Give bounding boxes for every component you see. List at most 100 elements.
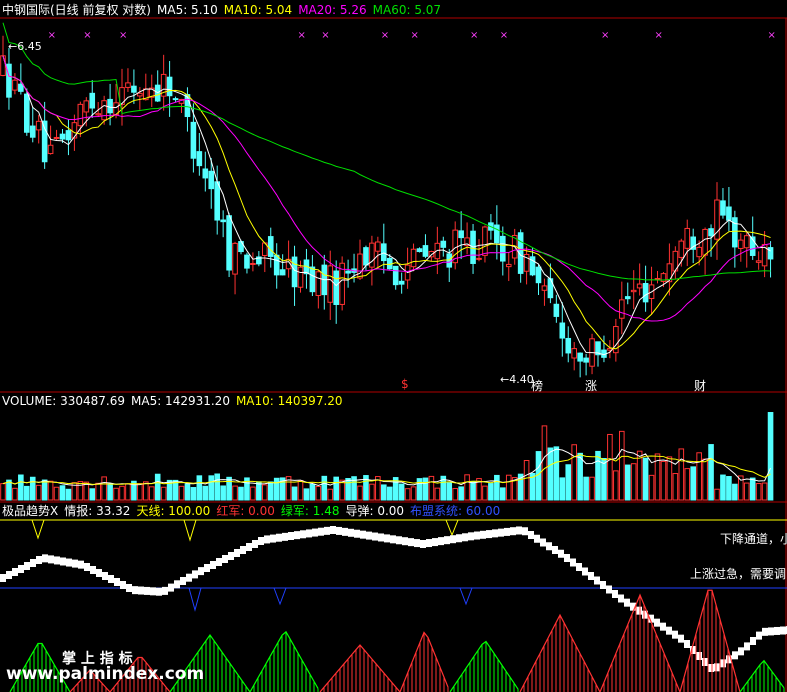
- candle-body: [273, 254, 280, 276]
- trend-band-step: [150, 587, 156, 596]
- volume-bar: [107, 483, 113, 501]
- trend-band-step: [420, 540, 426, 548]
- trend-band-step: [198, 567, 204, 576]
- trend-band-step: [96, 569, 102, 577]
- candle-body: [624, 296, 631, 300]
- candle-body: [244, 254, 250, 269]
- volume-bar: [154, 473, 161, 501]
- signal-marker: ×: [119, 30, 127, 41]
- trend-band-step: [780, 626, 786, 635]
- candle-body: [571, 348, 578, 359]
- trend-band-step: [528, 531, 534, 539]
- candle-body: [684, 227, 691, 249]
- ma60-readout: MA60: 5.07: [372, 3, 442, 17]
- volume-bar: [143, 481, 149, 501]
- trend-band-step: [78, 560, 84, 569]
- trend-band-step: [402, 537, 408, 546]
- volume-bar: [678, 448, 685, 501]
- volume-bar: [743, 482, 750, 501]
- trend-band-step: [426, 539, 432, 548]
- volume-bar: [172, 479, 179, 501]
- vol-ma10-readout: MA10: 140397.20: [235, 394, 343, 408]
- lvjun-readout: 绿军: 1.48: [280, 504, 340, 518]
- volume-bar: [553, 446, 560, 501]
- candle-body: [630, 289, 637, 293]
- trend-band-step: [24, 562, 30, 570]
- candle-body: [743, 235, 750, 249]
- note-down-channel: 下降通道，小: [720, 532, 787, 546]
- candle-body: [708, 228, 714, 237]
- volume-bar: [428, 475, 435, 501]
- trend-band-step: [270, 534, 276, 543]
- trend-band-step: [708, 664, 714, 672]
- candle-body: [392, 265, 399, 286]
- trend-band-step: [342, 527, 348, 536]
- ma10-line: [2, 55, 771, 350]
- signal-marker: ×: [470, 30, 478, 41]
- volume-bar: [297, 480, 304, 501]
- candle-body: [226, 215, 232, 271]
- trend-band-step: [684, 640, 690, 648]
- baoman-readout: 布盟系统: 60.00: [410, 504, 501, 518]
- trend-band-step: [6, 571, 12, 579]
- candle-body: [416, 248, 423, 253]
- candle-body: [47, 144, 54, 155]
- volume-bar: [190, 487, 197, 501]
- trend-band-step: [408, 538, 414, 547]
- trend-band-step: [618, 594, 624, 603]
- candle-body: [369, 242, 375, 268]
- candle-body: [440, 240, 447, 248]
- candle-body: [755, 260, 762, 263]
- volume-bar: [345, 478, 351, 501]
- volume-bar: [648, 474, 655, 501]
- stock-title: 中钢国际(日线 前复权 对数): [2, 3, 151, 17]
- trend-band-step: [678, 634, 684, 643]
- trend-band-step: [144, 586, 150, 595]
- volume-bar: [464, 474, 470, 501]
- volume-bar: [309, 483, 316, 501]
- volume-bar: [381, 484, 387, 501]
- candle-body: [137, 92, 143, 97]
- trend-band-step: [240, 546, 246, 554]
- volume-bar: [125, 483, 131, 501]
- trend-band-step: [474, 531, 480, 540]
- signal-marker: ×: [48, 30, 56, 41]
- candle-body: [767, 247, 774, 260]
- volume-bar: [547, 447, 554, 501]
- candle-body: [559, 322, 566, 339]
- trend-band-step: [228, 552, 234, 560]
- volume-bar: [767, 412, 774, 501]
- trend-band-step: [102, 572, 108, 580]
- volume-bar: [6, 479, 12, 501]
- candle-body: [696, 246, 702, 258]
- candle-body: [83, 100, 90, 113]
- candle-body: [95, 113, 102, 116]
- hill-outline: [739, 659, 785, 692]
- volume-bar: [630, 463, 637, 501]
- candle-body: [18, 83, 24, 92]
- indicator-title: 极品趋势X: [2, 504, 59, 518]
- trend-band-step: [330, 526, 336, 534]
- volume-bar: [422, 477, 429, 501]
- trend-band-step: [546, 542, 552, 551]
- volume-bar: [357, 485, 363, 501]
- trend-band-step: [396, 536, 402, 545]
- volume-bar: [488, 483, 494, 501]
- volume-bar: [571, 444, 578, 501]
- volume-bar: [672, 473, 679, 501]
- trend-band-step: [312, 528, 318, 537]
- volume-bar: [696, 452, 702, 501]
- trend-band-step: [276, 533, 282, 542]
- marker-dollar: $: [401, 377, 409, 391]
- volume-bar: [95, 482, 102, 501]
- candle-body: [220, 219, 226, 223]
- volume-bar: [434, 487, 441, 501]
- qingbao-readout: 情报: 33.32: [64, 504, 131, 518]
- volume-bar: [256, 481, 262, 501]
- volume-bar: [726, 476, 732, 501]
- trend-band-step: [0, 574, 6, 582]
- candle-body: [53, 136, 60, 139]
- trend-band-step: [594, 576, 600, 585]
- volume-bar: [452, 488, 458, 501]
- candle-body: [101, 100, 107, 121]
